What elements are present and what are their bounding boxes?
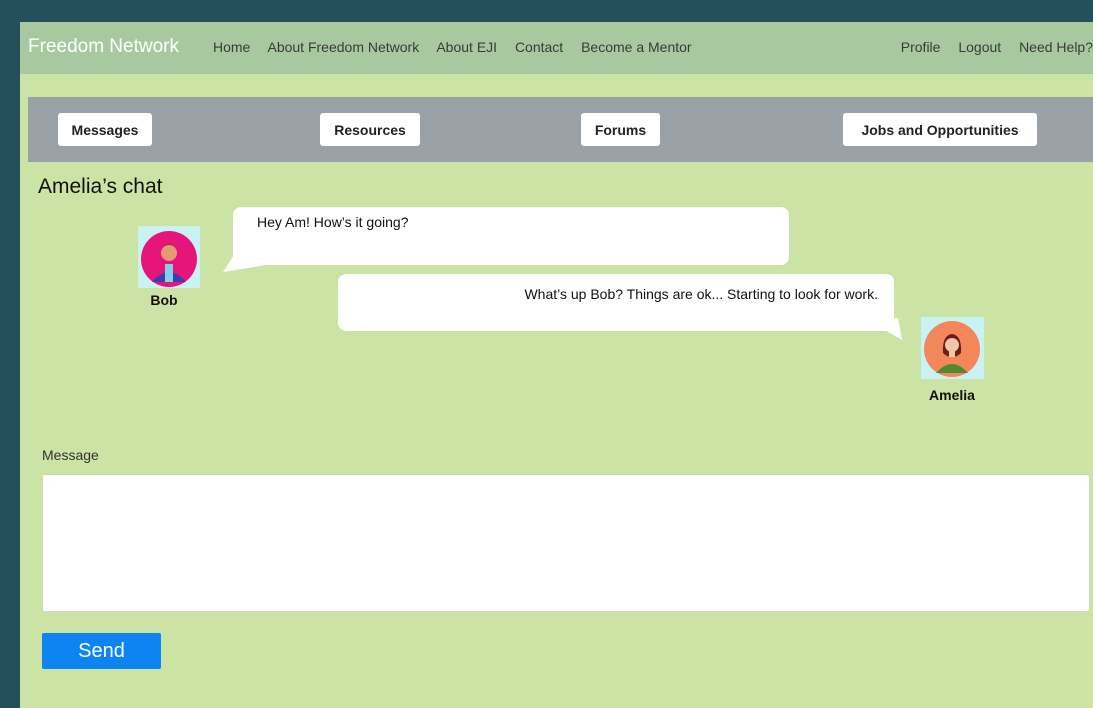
- nav-link-home[interactable]: Home: [213, 39, 250, 55]
- nav-link-about-freedom-network[interactable]: About Freedom Network: [267, 39, 419, 55]
- app-frame: Freedom Network Home About Freedom Netwo…: [20, 22, 1093, 708]
- account-nav-links: Profile Logout Need Help?: [887, 39, 1093, 55]
- chat-title: Amelia’s chat: [38, 175, 163, 198]
- tab-jobs-and-opportunities[interactable]: Jobs and Opportunities: [843, 113, 1037, 146]
- nav-link-logout[interactable]: Logout: [958, 39, 1001, 55]
- main-nav-links: Home About Freedom Network About EJI Con…: [213, 39, 706, 55]
- avatar-name-bob: Bob: [150, 292, 178, 308]
- tab-forums[interactable]: Forums: [581, 113, 660, 146]
- top-nav-bar: Freedom Network Home About Freedom Netwo…: [20, 22, 1093, 74]
- message-text: Hey Am! How’s it going?: [257, 214, 409, 230]
- brand-logo[interactable]: Freedom Network: [28, 36, 179, 58]
- chat-bubble-bob: Hey Am! How’s it going?: [233, 207, 789, 265]
- tab-messages[interactable]: Messages: [58, 113, 152, 146]
- avatar-bob: [138, 226, 200, 288]
- nav-link-about-eji[interactable]: About EJI: [436, 39, 497, 55]
- nav-link-become-a-mentor[interactable]: Become a Mentor: [581, 39, 692, 55]
- section-tab-bar: Messages Resources Forums Jobs and Oppor…: [28, 97, 1093, 162]
- chat-bubble-amelia: What’s up Bob? Things are ok... Starting…: [338, 274, 894, 331]
- send-button[interactable]: Send: [42, 633, 161, 669]
- message-field-label: Message: [42, 447, 99, 463]
- user-avatar-icon: [141, 231, 197, 287]
- avatar-amelia: [921, 317, 984, 379]
- avatar-name-amelia: Amelia: [929, 387, 975, 403]
- user-avatar-icon: [924, 321, 980, 377]
- message-text: What’s up Bob? Things are ok... Starting…: [524, 286, 878, 302]
- nav-link-contact[interactable]: Contact: [515, 39, 563, 55]
- message-input[interactable]: [42, 474, 1090, 612]
- tab-resources[interactable]: Resources: [320, 113, 420, 146]
- nav-link-need-help[interactable]: Need Help?: [1019, 39, 1093, 55]
- nav-link-profile[interactable]: Profile: [901, 39, 941, 55]
